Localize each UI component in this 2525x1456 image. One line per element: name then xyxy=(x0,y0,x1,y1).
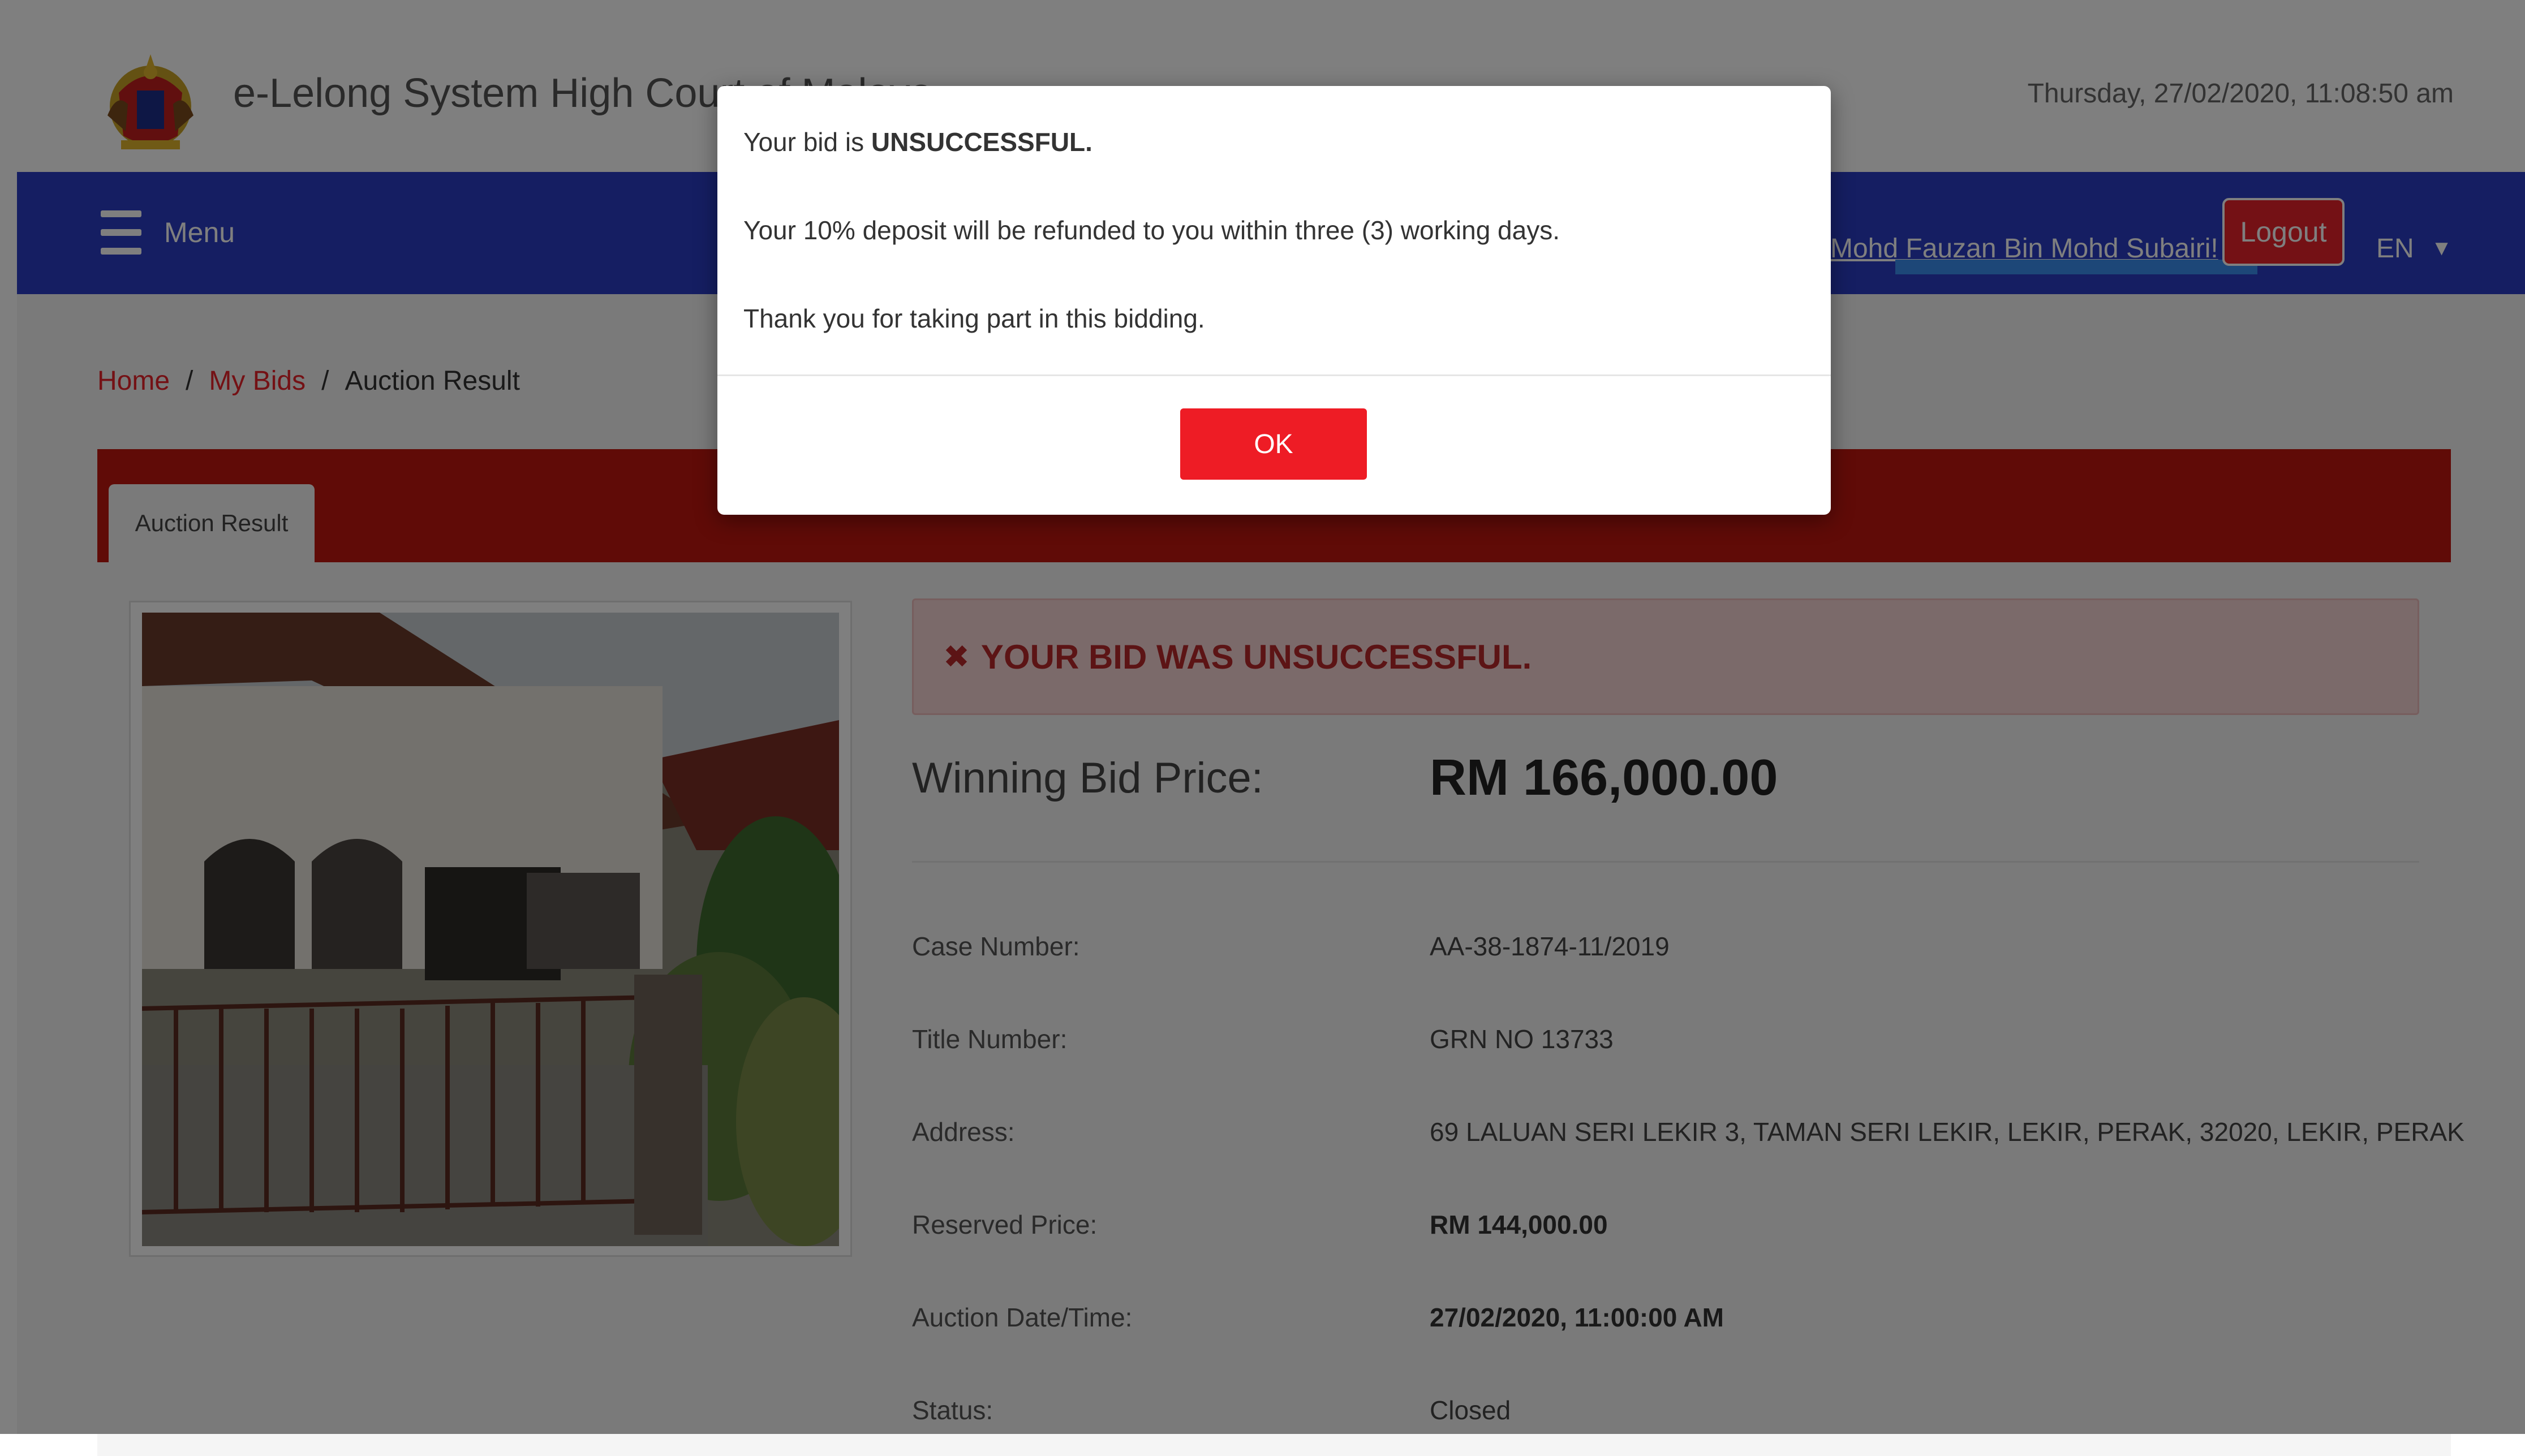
ok-button[interactable]: OK xyxy=(1180,408,1367,480)
dialog-divider xyxy=(717,374,1831,376)
dialog-message-line2: Your 10% deposit will be refunded to you… xyxy=(743,216,1560,245)
dialog-text: Your bid is xyxy=(743,127,871,157)
dialog-message-line3: Thank you for taking part in this biddin… xyxy=(743,304,1205,333)
dialog-message-line1: Your bid is UNSUCCESSFUL. xyxy=(743,127,1092,157)
bid-result-dialog: Your bid is UNSUCCESSFUL. Your 10% depos… xyxy=(717,86,1831,515)
dialog-status-text: UNSUCCESSFUL. xyxy=(871,127,1092,157)
